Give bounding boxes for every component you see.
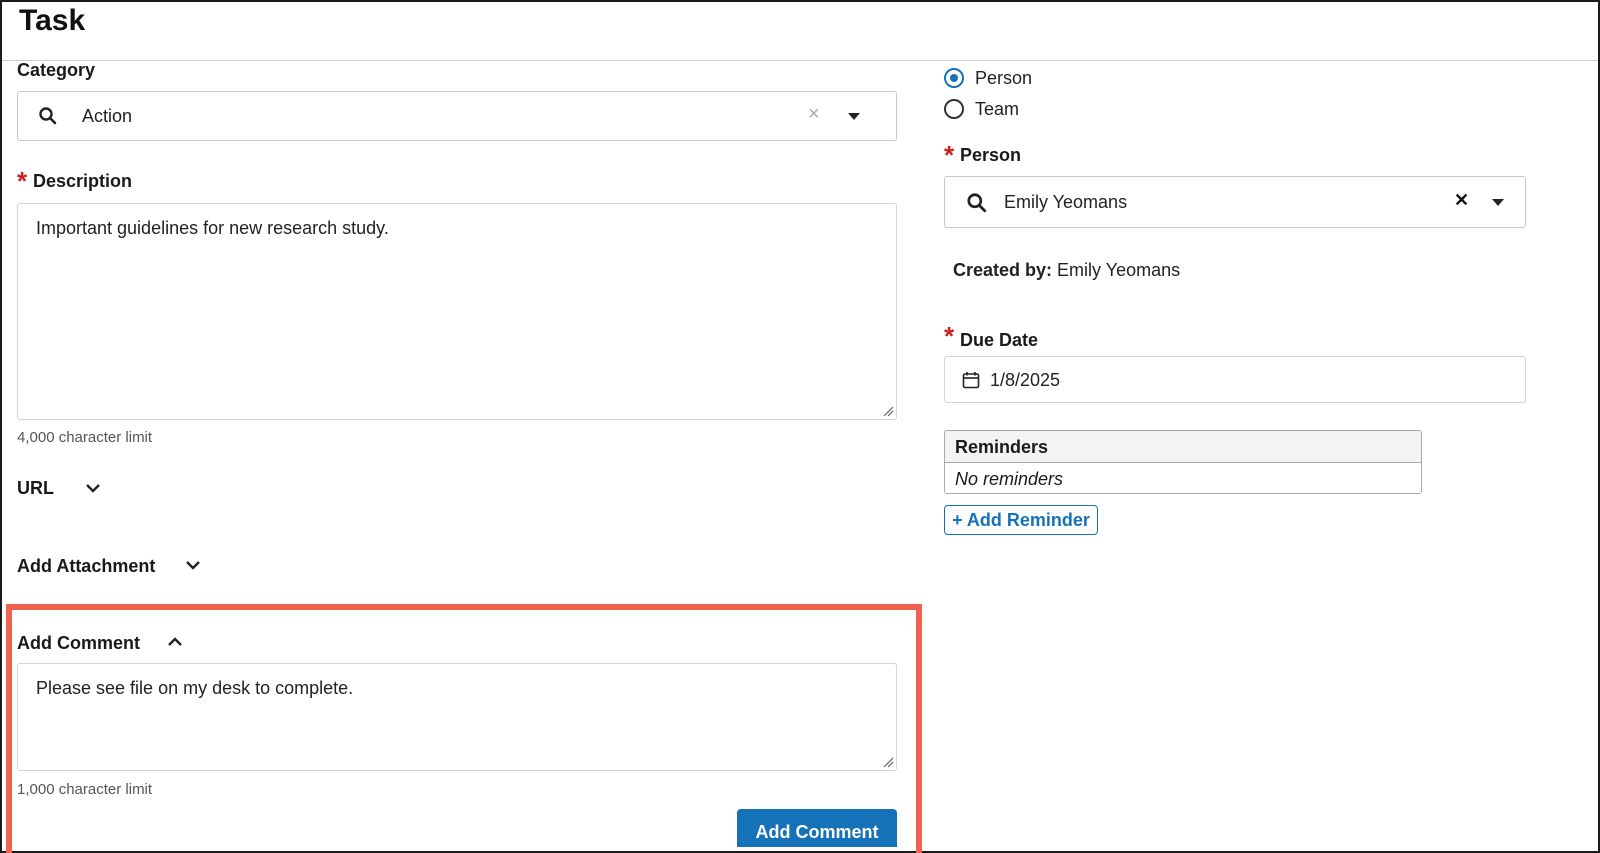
page-header: Task (2, 2, 1598, 61)
reminders-table: Reminders No reminders (944, 430, 1422, 494)
page-title: Task (19, 4, 86, 37)
add-attachment-section-label[interactable]: Add Attachment (17, 556, 155, 577)
created-by: Created by: Emily Yeomans (953, 260, 1180, 281)
person-label: Person (960, 145, 1022, 165)
url-section-label[interactable]: URL (17, 478, 54, 499)
created-by-label: Created by: (953, 260, 1053, 280)
required-indicator: * (944, 140, 955, 170)
description-textarea[interactable]: Important guidelines for new research st… (17, 203, 897, 420)
person-select[interactable]: Emily Yeomans ✕ (944, 176, 1526, 228)
person-value: Emily Yeomans (1004, 192, 1128, 212)
add-reminder-button[interactable]: + Add Reminder (944, 505, 1098, 535)
calendar-icon[interactable] (962, 371, 980, 389)
search-icon (38, 106, 58, 131)
caret-down-icon[interactable] (848, 113, 860, 120)
due-date-field[interactable]: 1/8/2025 (944, 356, 1526, 403)
resize-handle-icon[interactable] (882, 405, 894, 417)
required-indicator: * (17, 166, 28, 196)
comment-textarea[interactable]: Please see file on my desk to complete. (17, 663, 897, 771)
close-icon[interactable]: ✕ (1454, 190, 1469, 211)
reminders-empty: No reminders (955, 469, 1064, 489)
search-icon (966, 192, 988, 219)
resize-handle-icon[interactable] (882, 756, 894, 768)
chevron-down-icon[interactable] (186, 558, 200, 572)
chevron-down-icon[interactable] (86, 481, 100, 495)
reminders-header: Reminders (945, 431, 1421, 463)
radio-team-label[interactable]: Team (975, 99, 1019, 120)
category-value: Action (82, 106, 133, 126)
radio-team[interactable] (944, 99, 964, 119)
description-label: Description (33, 171, 133, 191)
created-by-value: Emily Yeomans (1057, 260, 1181, 280)
category-select[interactable]: Action × (17, 91, 897, 141)
radio-person-label[interactable]: Person (975, 68, 1032, 89)
add-comment-section-label[interactable]: Add Comment (17, 633, 140, 654)
radio-person[interactable] (944, 68, 964, 88)
description-char-limit: 4,000 character limit (17, 429, 153, 446)
description-text: Important guidelines for new research st… (36, 218, 389, 238)
category-label: Category (17, 60, 96, 80)
due-date-label: Due Date (960, 330, 1039, 350)
due-date-value: 1/8/2025 (990, 370, 1061, 390)
caret-down-icon[interactable] (1492, 199, 1504, 206)
close-icon[interactable]: × (808, 103, 820, 126)
comment-text: Please see file on my desk to complete. (36, 678, 354, 698)
comment-char-limit: 1,000 character limit (17, 781, 153, 798)
required-indicator: * (944, 321, 955, 351)
chevron-up-icon[interactable] (168, 635, 182, 649)
add-comment-button[interactable]: Add Comment (737, 809, 897, 847)
